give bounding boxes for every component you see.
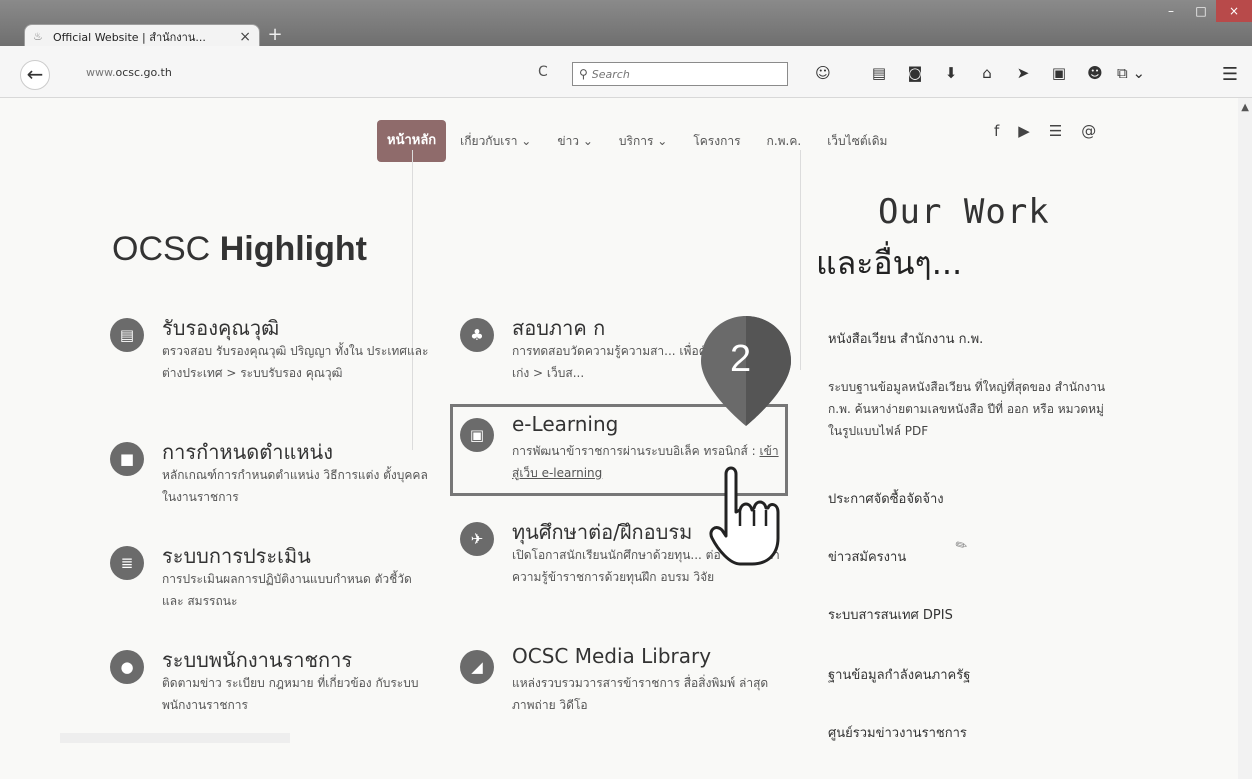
facebook-icon[interactable]: f bbox=[994, 122, 999, 140]
file-icon: ■ bbox=[110, 442, 144, 476]
navigation-toolbar: ← www.ocsc.go.th C ⚲ ☺ ▤ ◙ ⬇ ⌂ ➤ ▣ ☻ ⧉ ⌄… bbox=[0, 46, 1252, 98]
list-icon: ≣ bbox=[110, 546, 144, 580]
sync-icon[interactable]: ☺ bbox=[808, 60, 838, 86]
window-controls: – □ × bbox=[1156, 0, 1252, 24]
circular-desc: ระบบฐานข้อมูลหนังสือเวียน ที่ใหญ่ที่สุดข… bbox=[828, 380, 1106, 438]
card-qualification[interactable]: ▤ รับรองคุณวุฒิ ตรวจสอบ รับรองคุณวุฒิ ปร… bbox=[110, 312, 430, 412]
close-window-button[interactable]: × bbox=[1216, 0, 1252, 22]
tab-title: Official Website | สำนักงาน... bbox=[53, 30, 206, 44]
youtube-icon[interactable]: ▶ bbox=[1018, 122, 1030, 140]
search-box[interactable]: ⚲ bbox=[572, 62, 788, 86]
card-desc: ตรวจสอบ รับรองคุณวุฒิ ปริญญา ทั้งใน ประเ… bbox=[162, 344, 429, 380]
email-icon[interactable]: @ bbox=[1081, 122, 1096, 140]
nav-item-old-website[interactable]: เว็บไซต์เดิม bbox=[827, 132, 887, 151]
highlight-heading: OCSC Highlight bbox=[112, 230, 367, 269]
users-icon: ♣ bbox=[460, 318, 494, 352]
download-icon[interactable]: ⬇ bbox=[936, 60, 966, 86]
card-media-library[interactable]: ◢ OCSC Media Library แหล่งรวบรวมวารสารข้… bbox=[460, 644, 780, 724]
circular-link[interactable]: หนังสือเวียน สำนักงาน ก.พ. bbox=[828, 328, 983, 349]
url-domain: ocsc.go.th bbox=[115, 66, 172, 79]
minimize-button[interactable]: – bbox=[1156, 0, 1186, 22]
reading-list-icon[interactable]: ▤ bbox=[864, 60, 894, 86]
card-title: OCSC Media Library bbox=[512, 644, 712, 668]
highlight-heading-bold: Highlight bbox=[219, 230, 367, 268]
social-links: f ▶ ☰ @ bbox=[994, 122, 1115, 140]
pocket-icon[interactable]: ◙ bbox=[900, 60, 930, 86]
card-desc: การประเมินผลการปฏิบัติงานแบบกำหนด ตัวชี้… bbox=[162, 572, 412, 608]
highlight-heading-light: OCSC bbox=[112, 230, 211, 268]
search-icon: ⚲ bbox=[579, 67, 588, 81]
main-navigation: หน้าหลัก เกี่ยวกับเรา ⌄ ข่าว ⌄ บริการ ⌄ … bbox=[377, 120, 913, 162]
toolbar-icons: ☺ ▤ ◙ ⬇ ⌂ ➤ ▣ ☻ ⧉ ⌄ bbox=[808, 60, 1152, 86]
dpis-link[interactable]: ระบบสารสนเทศ DPIS bbox=[828, 604, 953, 625]
step-number: 2 bbox=[730, 338, 752, 380]
gov-news-link[interactable]: ศูนย์รวมข่าวงานราชการ bbox=[828, 722, 967, 743]
card-desc: หลักเกณฑ์การกำหนดตำแหน่ง วิธีการแต่ง ตั้… bbox=[162, 468, 428, 504]
our-work-heading: Our Work bbox=[878, 192, 1050, 232]
pin-icon: ✎ bbox=[952, 536, 971, 556]
scrollbar[interactable]: ▲ bbox=[1238, 98, 1252, 779]
maximize-button[interactable]: □ bbox=[1186, 0, 1216, 22]
card-evaluation[interactable]: ≣ ระบบการประเมิน การประเมินผลการปฏิบัติง… bbox=[110, 540, 430, 620]
rss-icon[interactable]: ☰ bbox=[1049, 122, 1062, 140]
plane-icon: ✈ bbox=[460, 522, 494, 556]
card-gov-employee[interactable]: ● ระบบพนักงานราชการ ติดตามข่าว ระเบียบ ก… bbox=[110, 644, 430, 724]
extension-icon[interactable]: ⧉ ⌄ bbox=[1116, 60, 1146, 86]
nav-item-opsc[interactable]: ก.พ.ค. bbox=[767, 132, 802, 151]
card-position[interactable]: ■ การกำหนดตำแหน่ง หลักเกณฑ์การกำหนดตำแหน… bbox=[110, 436, 430, 516]
site-favicon-icon: ♨ bbox=[33, 29, 43, 43]
chat-icon[interactable]: ☻ bbox=[1080, 60, 1110, 86]
chart-icon: ◢ bbox=[460, 650, 494, 684]
our-work-subheading: และอื่นๆ... bbox=[816, 244, 963, 282]
card-desc: แหล่งรวบรวมวารสารข้าราชการ สื่อสิ่งพิมพ์… bbox=[512, 676, 769, 712]
nav-item-about[interactable]: เกี่ยวกับเรา ⌄ bbox=[460, 132, 531, 151]
hamburger-menu-icon[interactable]: ☰ bbox=[1222, 64, 1238, 85]
column-divider bbox=[800, 150, 801, 370]
workforce-db-link[interactable]: ฐานข้อมูลกำลังคนภาครัฐ bbox=[828, 664, 970, 685]
url-prefix: www. bbox=[86, 66, 116, 79]
search-input[interactable] bbox=[591, 67, 772, 81]
document-icon: ▤ bbox=[110, 318, 144, 352]
pointer-hand-icon bbox=[709, 466, 780, 566]
jobs-link[interactable]: ข่าวสมัครงาน bbox=[828, 546, 906, 567]
youtube-icon[interactable]: ▣ bbox=[1044, 60, 1074, 86]
home-icon[interactable]: ⌂ bbox=[972, 60, 1002, 86]
new-tab-button[interactable]: + bbox=[264, 24, 286, 46]
send-icon[interactable]: ➤ bbox=[1008, 60, 1038, 86]
nav-item-projects[interactable]: โครงการ bbox=[693, 132, 740, 151]
web-page: ▲ หน้าหลัก เกี่ยวกับเรา ⌄ ข่าว ⌄ บริการ … bbox=[0, 98, 1252, 779]
title-bar: ♨ Official Website | สำนักงาน... × + – □… bbox=[0, 0, 1252, 48]
nav-item-services[interactable]: บริการ ⌄ bbox=[619, 132, 667, 151]
back-arrow-icon[interactable]: ← bbox=[20, 60, 50, 90]
faded-strip bbox=[60, 733, 290, 743]
reload-icon[interactable]: C bbox=[538, 64, 548, 80]
circle-icon: ● bbox=[110, 650, 144, 684]
card-desc: ติดตามข่าว ระเบียบ กฎหมาย ที่เกี่ยวข้อง … bbox=[162, 676, 419, 712]
browser-tab[interactable]: ♨ Official Website | สำนักงาน... × bbox=[24, 24, 260, 48]
scroll-up-icon[interactable]: ▲ bbox=[1241, 102, 1249, 113]
site-logo[interactable] bbox=[120, 116, 128, 140]
procurement-link[interactable]: ประกาศจัดซื้อจัดจ้าง bbox=[828, 488, 944, 509]
nav-item-news[interactable]: ข่าว ⌄ bbox=[557, 132, 593, 151]
tab-close-icon[interactable]: × bbox=[239, 29, 251, 45]
url-bar[interactable]: www.ocsc.go.th bbox=[86, 66, 172, 79]
